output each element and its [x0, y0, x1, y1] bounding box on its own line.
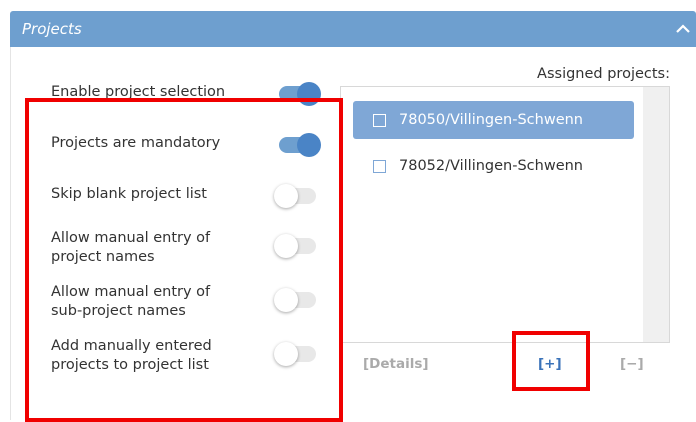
list-item[interactable]: 78052/Villingen-Schwenn [353, 147, 634, 185]
panel-header[interactable]: Projects [10, 11, 696, 47]
details-button[interactable]: [Details] [363, 356, 429, 372]
project-name: 78050/Villingen-Schwenn [399, 112, 583, 128]
highlight-box-settings [25, 98, 343, 422]
checkbox[interactable] [373, 113, 386, 127]
list-scrollbar[interactable] [643, 87, 669, 342]
list-item[interactable]: 78050/Villingen-Schwenn [353, 101, 634, 139]
checkbox[interactable] [373, 159, 386, 173]
highlight-box-add-button [512, 331, 590, 391]
assigned-projects-label: Assigned projects: [537, 66, 670, 82]
chevron-up-icon[interactable] [674, 20, 692, 38]
project-name: 78052/Villingen-Schwenn [399, 158, 583, 174]
remove-project-button[interactable]: [−] [620, 356, 644, 372]
panel-title: Projects [22, 20, 82, 38]
assigned-projects-list[interactable]: 78050/Villingen-Schwenn 78052/Villingen-… [340, 86, 670, 343]
